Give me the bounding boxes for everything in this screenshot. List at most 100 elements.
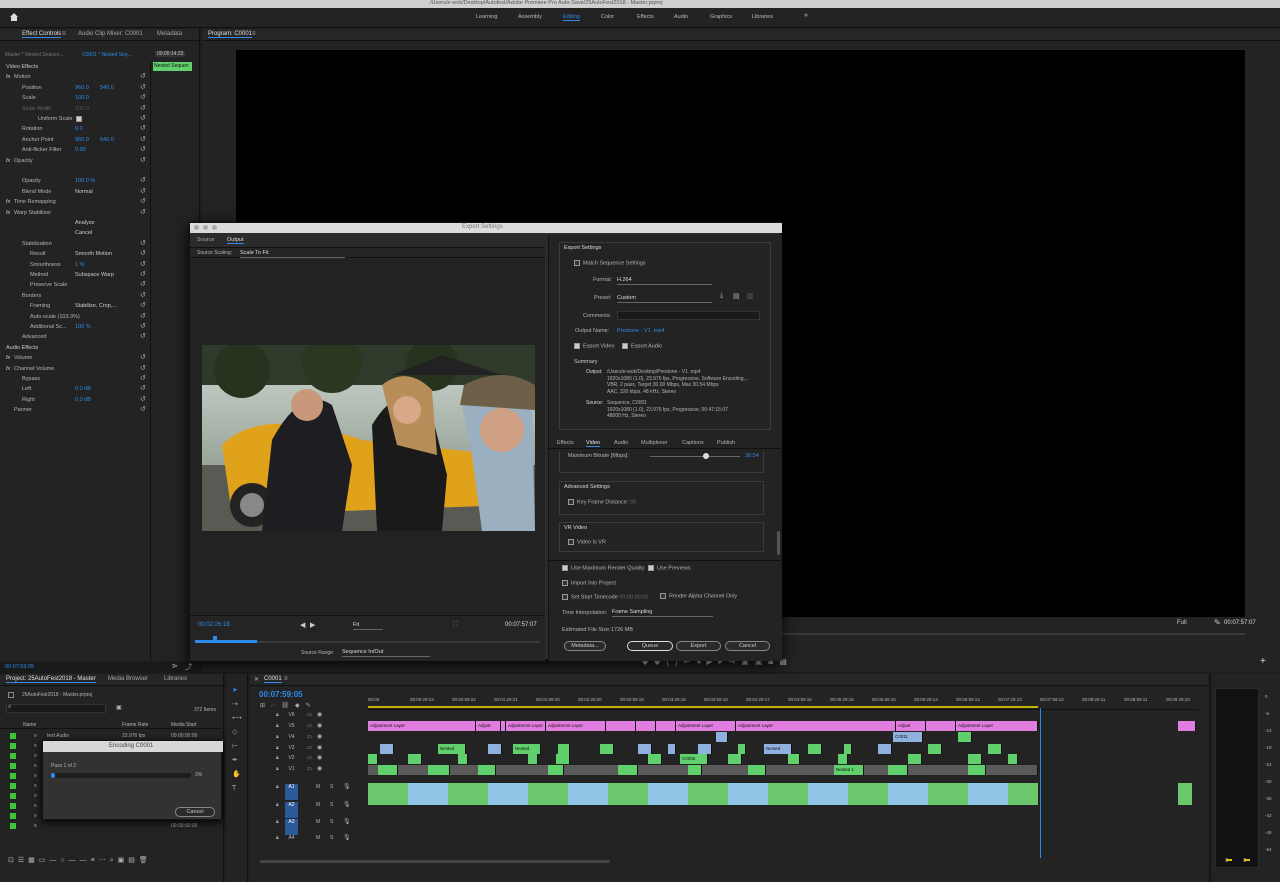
track-header[interactable]: 🔒︎ A4 M S 🎙︎ — [250, 834, 368, 844]
clip[interactable] — [928, 744, 942, 754]
nested-clip-bar[interactable]: Nested Sequen — [153, 62, 192, 71]
track-header[interactable]: 🔒︎ V2 ▭ ◉ — [250, 754, 368, 764]
clip[interactable] — [808, 744, 822, 754]
effect-row[interactable] — [0, 166, 150, 176]
reset-icon[interactable]: ↺ — [140, 197, 146, 207]
mic-icon[interactable]: 🎙︎ — [343, 783, 351, 790]
clip[interactable] — [558, 744, 570, 754]
clip[interactable] — [968, 765, 986, 775]
sequence-tab[interactable]: C0001 — [264, 676, 282, 683]
workspace-tab-assembly[interactable]: Assembly — [518, 14, 542, 20]
workspace-tab-learning[interactable]: Learning — [476, 14, 497, 20]
lock-icon[interactable]: 🔒︎ — [276, 734, 279, 740]
eye-icon[interactable]: ◉ — [317, 754, 322, 761]
clip[interactable] — [638, 744, 652, 754]
out-point-icon[interactable]: ▶ — [310, 621, 315, 629]
reset-icon[interactable]: ↺ — [140, 291, 146, 301]
lock-icon[interactable]: 🔒︎ — [276, 755, 279, 761]
interpolation-dropdown[interactable]: Frame Sampling — [612, 608, 713, 617]
comments-field[interactable] — [617, 311, 760, 320]
reset-icon[interactable]: ↺ — [140, 270, 146, 280]
playhead[interactable] — [1040, 708, 1041, 858]
fx-icon[interactable]: fx — [6, 364, 10, 374]
hand-icon[interactable]: ✋ — [232, 768, 242, 782]
effect-row[interactable]: Audio Effects — [0, 343, 150, 353]
effect-row[interactable]: Opacity fx ↺ — [0, 156, 150, 166]
clip[interactable]: Nested — [438, 744, 466, 754]
export-video-checkbox[interactable]: Export Video — [574, 343, 614, 349]
sync-icon[interactable]: ▭ — [307, 766, 312, 772]
metadata-button[interactable]: Metadata... — [564, 641, 606, 651]
lock-icon[interactable]: ⊡ — [8, 857, 18, 864]
adjustment-layer-clip[interactable]: Adjustment Layer — [676, 721, 736, 731]
encoding-cancel-button[interactable]: Cancel — [175, 807, 215, 817]
workspace-more-icon[interactable]: » — [804, 12, 808, 19]
reset-icon[interactable]: ↺ — [140, 124, 146, 134]
source-selector[interactable]: Master * Nested Sequen... — [5, 52, 64, 58]
mute-icon[interactable]: M — [316, 802, 320, 808]
list-view-icon[interactable]: ☰ — [18, 857, 28, 864]
clip[interactable] — [728, 754, 742, 764]
format-dropdown[interactable]: H.264 — [617, 276, 712, 285]
clip[interactable] — [528, 754, 538, 764]
adjustment-layer-clip[interactable] — [636, 721, 656, 731]
reset-icon[interactable]: ↺ — [140, 353, 146, 363]
search-input[interactable] — [6, 704, 106, 713]
effect-row-value[interactable]: 960.0 — [75, 83, 89, 93]
menu-icon[interactable]: ≡ — [284, 676, 288, 682]
adjustment-layer-clip[interactable]: Adjustment Layer — [506, 721, 546, 731]
icon-view-icon[interactable]: ▦ — [28, 857, 39, 864]
close-icon[interactable] — [194, 225, 199, 230]
lock-icon[interactable]: 🔒︎ — [276, 835, 279, 841]
effect-row[interactable]: Opacity 100.0 % ↺ — [0, 176, 150, 186]
track-header[interactable]: 🔒︎ V1 ▭ ◉ — [250, 765, 368, 775]
effect-row[interactable]: Time Remapping fx ↺ — [0, 197, 150, 207]
close-sequence-icon[interactable]: ✕ — [254, 676, 259, 683]
clip[interactable] — [738, 744, 746, 754]
sync-icon[interactable]: ▭ — [307, 723, 312, 729]
automate-icon[interactable]: ⋯ — [99, 857, 110, 864]
effect-row[interactable]: Result Smooth Motion ↺ — [0, 249, 150, 259]
clip[interactable] — [600, 744, 614, 754]
effect-row-value[interactable]: 100.0 — [75, 93, 89, 103]
reset-icon[interactable]: ↺ — [140, 301, 146, 311]
reset-icon[interactable]: ↺ — [140, 239, 146, 249]
clip[interactable] — [688, 765, 702, 775]
clip[interactable] — [458, 754, 468, 764]
solo-icon[interactable]: S — [330, 802, 333, 808]
clip[interactable] — [698, 744, 712, 754]
audio-clip-end[interactable] — [1178, 783, 1192, 805]
tab-captions[interactable]: Captions — [682, 440, 704, 446]
new-item-icon[interactable]: ▤ — [128, 857, 139, 864]
keyframe-checkbox[interactable]: Key Frame Distance: 90 — [568, 499, 636, 505]
clip[interactable]: C0006 — [680, 754, 708, 764]
reset-icon[interactable]: ↺ — [140, 93, 146, 103]
reset-icon[interactable]: ↺ — [140, 322, 146, 332]
effect-row-value[interactable]: Subspace Warp — [75, 270, 114, 280]
in-point-icon[interactable]: ◀ — [300, 621, 305, 629]
effect-row-value[interactable]: 540.0 — [100, 83, 114, 93]
source-scaling-dropdown[interactable]: Scale To Fit — [240, 249, 345, 258]
effect-row[interactable]: Advanced ↺ — [0, 332, 150, 342]
program-title[interactable]: Program: C0001 — [208, 31, 253, 38]
adjustment-layer-clip[interactable]: Adjustment Layer — [956, 721, 1038, 731]
effect-row-value[interactable]: Cancel — [75, 228, 92, 238]
adjustment-layer-clip[interactable]: Adjustment Layer — [546, 721, 606, 731]
import-project-checkbox[interactable]: Import Into Project — [562, 580, 616, 586]
queue-button[interactable]: Queue — [627, 641, 673, 651]
max-bitrate-value[interactable]: 30.54 — [745, 453, 759, 459]
reset-icon[interactable]: ↺ — [140, 312, 146, 322]
clip[interactable] — [668, 744, 676, 754]
effect-row[interactable]: Left 0.0 dB ↺ — [0, 384, 150, 394]
track-header[interactable]: 🔒︎ A2 M S 🎙︎ — [250, 801, 368, 818]
aspect-icon[interactable]: ⛶ — [453, 621, 458, 629]
timeline-scroll[interactable] — [260, 860, 610, 863]
wrench-icon[interactable]: ✎ — [1214, 618, 1221, 627]
fx-icon[interactable]: fx — [6, 72, 10, 82]
bin-icon[interactable]: ▣ — [118, 857, 129, 864]
ripple-edit-icon[interactable]: ⟷ — [232, 712, 242, 726]
output-name-link[interactable]: Prestone - V1 .mp4 — [617, 328, 664, 334]
workspace-tab-effects[interactable]: Effects — [637, 14, 654, 20]
effect-row-value[interactable]: Analyze — [75, 218, 95, 228]
reset-icon[interactable]: ↺ — [140, 332, 146, 342]
